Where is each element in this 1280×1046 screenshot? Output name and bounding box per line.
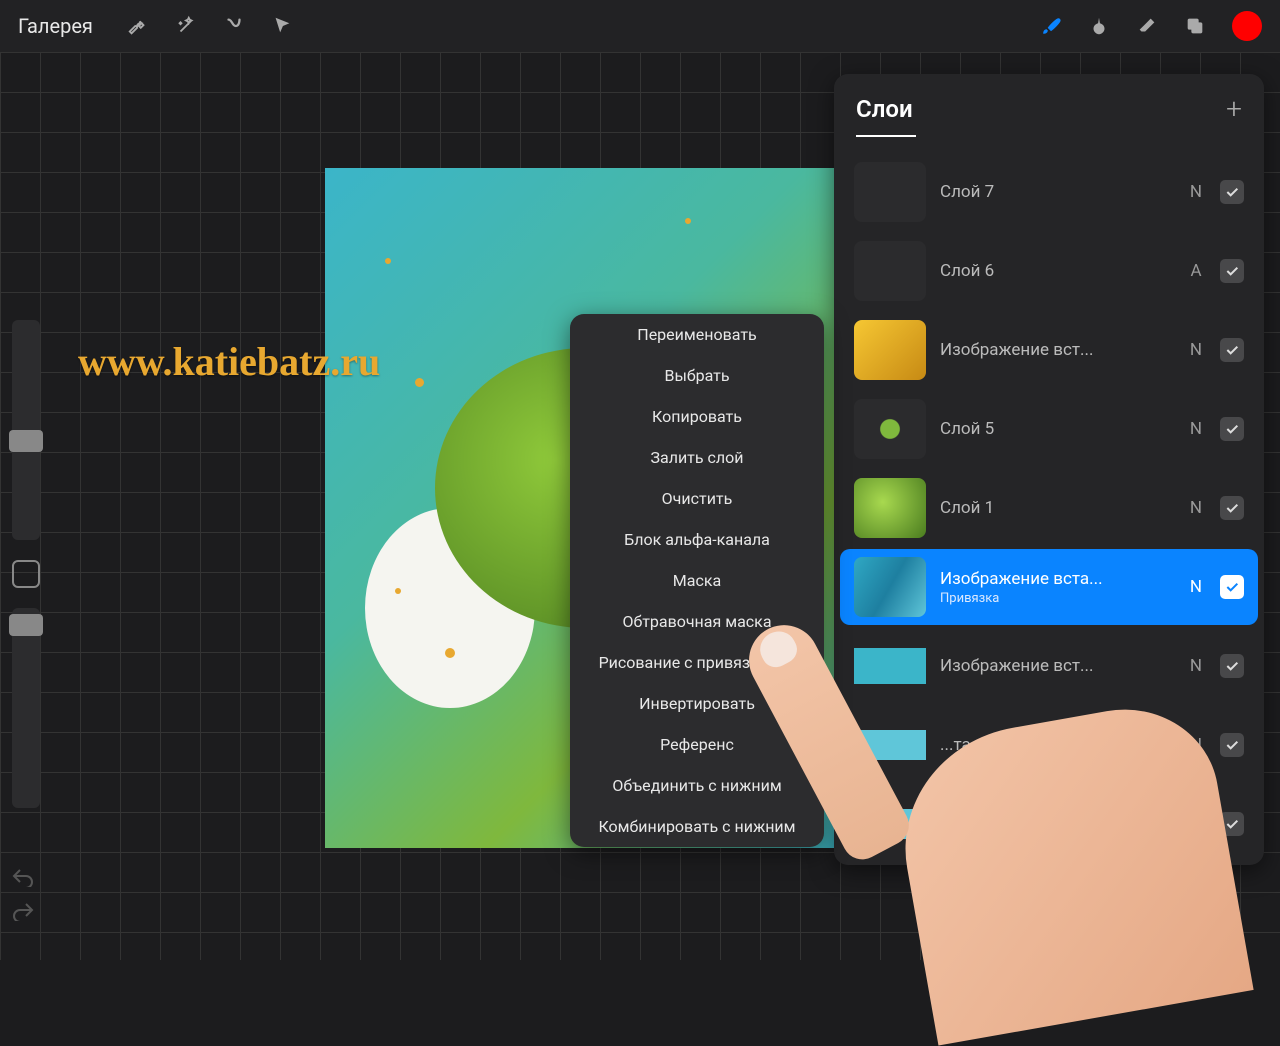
layers-icon[interactable] <box>1184 15 1206 37</box>
layer-blend-mode[interactable]: N <box>1186 498 1206 518</box>
context-menu-item[interactable]: Объединить с нижним <box>570 765 824 806</box>
layer-blend-mode[interactable]: N <box>1186 419 1206 439</box>
context-menu-item[interactable]: Переименовать <box>570 314 824 355</box>
brush-size-slider[interactable] <box>12 320 40 540</box>
smudge-icon[interactable] <box>1088 15 1110 37</box>
layer-name-label: Слой 7 <box>940 182 1172 202</box>
magic-wand-icon[interactable] <box>175 15 197 37</box>
wrench-icon[interactable] <box>127 15 149 37</box>
redo-button[interactable] <box>10 901 36 925</box>
layers-panel-title: Слои <box>856 95 913 123</box>
layer-name-label: Слой 6 <box>940 261 1172 281</box>
layer-name-label: Слой 1 <box>940 498 1172 518</box>
context-menu-item[interactable]: Маска <box>570 560 824 601</box>
top-toolbar: Галерея <box>0 0 1280 52</box>
layer-thumbnail <box>854 399 926 459</box>
layer-name-label: Слой 5 <box>940 419 1172 439</box>
layer-blend-mode[interactable]: N <box>1186 182 1206 202</box>
layer-name-label: Изображение вста... <box>940 569 1172 589</box>
layer-thumbnail <box>854 478 926 538</box>
layer-visibility-checkbox[interactable] <box>1220 259 1244 283</box>
watermark-text: www.katiebatz.ru <box>78 338 380 385</box>
eraser-icon[interactable] <box>1136 15 1158 37</box>
layer-visibility-checkbox[interactable] <box>1220 575 1244 599</box>
layer-visibility-checkbox[interactable] <box>1220 496 1244 520</box>
hand-illustration <box>810 600 1230 960</box>
layer-context-menu: ПереименоватьВыбратьКопироватьЗалить сло… <box>570 314 824 847</box>
layer-visibility-checkbox[interactable] <box>1220 180 1244 204</box>
undo-button[interactable] <box>10 867 36 891</box>
selection-icon[interactable] <box>223 15 245 37</box>
context-menu-item[interactable]: Выбрать <box>570 355 824 396</box>
layer-row[interactable]: Изображение вст... N <box>840 312 1258 388</box>
context-menu-item[interactable]: Копировать <box>570 396 824 437</box>
layer-blend-mode[interactable]: A <box>1186 261 1206 281</box>
cursor-icon[interactable] <box>271 15 293 37</box>
gallery-button[interactable]: Галерея <box>18 14 93 38</box>
color-picker-button[interactable] <box>1232 11 1262 41</box>
layer-thumbnail <box>854 320 926 380</box>
layer-blend-mode[interactable]: N <box>1186 340 1206 360</box>
context-menu-item[interactable]: Комбинировать с нижним <box>570 806 824 847</box>
brush-icon[interactable] <box>1040 15 1062 37</box>
add-layer-button[interactable]: + <box>1226 92 1242 125</box>
layer-name-label: Изображение вст... <box>940 340 1172 360</box>
context-menu-item[interactable]: Блок альфа-канала <box>570 519 824 560</box>
layer-row[interactable]: Слой 1 N <box>840 470 1258 546</box>
left-sidebar <box>6 320 46 828</box>
layer-visibility-checkbox[interactable] <box>1220 338 1244 362</box>
layer-row[interactable]: Слой 7 N <box>840 154 1258 230</box>
layer-row[interactable]: Слой 6 A <box>840 233 1258 309</box>
opacity-slider[interactable] <box>12 608 40 808</box>
layer-thumbnail <box>854 241 926 301</box>
context-menu-item[interactable]: Очистить <box>570 478 824 519</box>
modify-button[interactable] <box>12 560 40 588</box>
layer-visibility-checkbox[interactable] <box>1220 417 1244 441</box>
layer-thumbnail <box>854 162 926 222</box>
layer-row[interactable]: Слой 5 N <box>840 391 1258 467</box>
layer-blend-mode[interactable]: N <box>1186 577 1206 597</box>
context-menu-item[interactable]: Залить слой <box>570 437 824 478</box>
